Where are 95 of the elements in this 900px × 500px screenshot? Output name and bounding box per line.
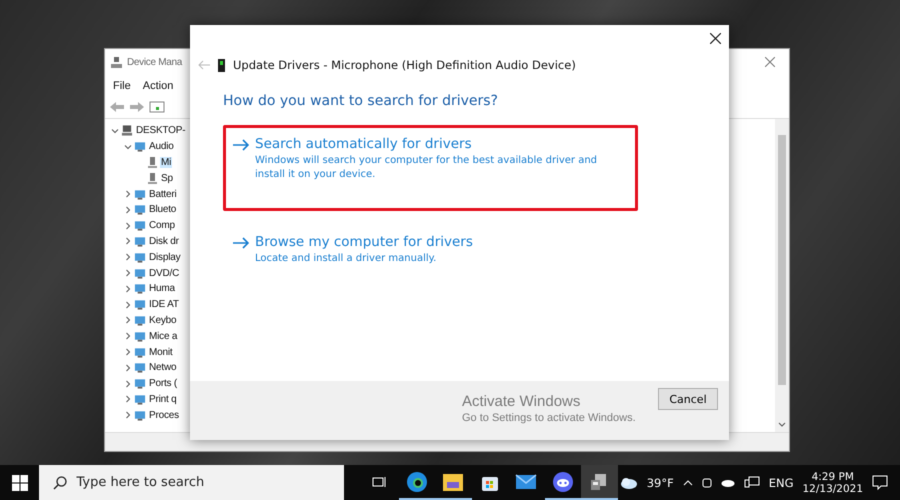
tree-item[interactable]: Comp: [148, 220, 176, 232]
properties-icon[interactable]: [149, 100, 165, 114]
device-icon: [134, 188, 146, 201]
close-icon[interactable]: [710, 32, 721, 44]
arrow-right-icon: [233, 139, 249, 151]
device-icon: [134, 408, 146, 422]
device-icon: [134, 377, 146, 390]
browser-icon[interactable]: [406, 470, 428, 492]
cancel-button[interactable]: Cancel: [658, 388, 718, 410]
device-icon: [134, 282, 146, 296]
chevron-right-icon[interactable]: [124, 190, 132, 198]
chevron-right-icon[interactable]: [124, 222, 132, 230]
device-icon: [134, 250, 146, 264]
language-indicator[interactable]: ENG: [768, 476, 794, 490]
tree-item[interactable]: Sp: [160, 172, 174, 184]
chevron-right-icon[interactable]: [124, 332, 132, 340]
network-icon[interactable]: [744, 476, 760, 490]
dialog-title: Update Drivers - Microphone (High Definition Audio Device): [233, 58, 576, 72]
menu-item[interactable]: File: [113, 80, 131, 92]
clock-time: 4:29 PM: [812, 470, 854, 482]
option-description: Windows will search your computer for the best available driver and install it on your device.: [255, 154, 598, 181]
arrow-right-icon: [233, 237, 249, 249]
device-icon: [134, 219, 146, 232]
weather-temperature: 39°F: [646, 476, 674, 490]
tree-item[interactable]: Disk dr: [148, 236, 180, 247]
chevron-right-icon[interactable]: [124, 237, 132, 246]
clock[interactable]: 4:29 PM 12/13/2021: [802, 470, 864, 494]
search-field[interactable]: Type here to search: [39, 465, 344, 500]
chevron-right-icon[interactable]: [124, 284, 132, 293]
tree-item[interactable]: Display: [148, 252, 182, 263]
taskbar-app[interactable]: [581, 465, 618, 500]
chevron-right-icon[interactable]: [124, 300, 132, 309]
tree-item[interactable]: Proces: [148, 410, 180, 421]
tree-item[interactable]: Batteri: [148, 188, 178, 200]
tree-item[interactable]: IDE AT: [148, 299, 180, 310]
device-icon: [134, 314, 146, 327]
option-title: Browse my computer for drivers: [255, 234, 473, 250]
device-icon: [134, 361, 146, 374]
chevron-right-icon[interactable]: [124, 395, 132, 404]
scrollbar[interactable]: [775, 119, 789, 432]
tree-item[interactable]: Huma: [148, 283, 176, 294]
device-manager-icon: [110, 56, 123, 69]
tree-item[interactable]: DESKTOP-: [135, 125, 186, 136]
chevron-down-icon[interactable]: [124, 142, 132, 151]
tree-item[interactable]: Mice a: [148, 330, 178, 342]
chevron-right-icon[interactable]: [124, 380, 132, 388]
tree-item[interactable]: Mi: [160, 156, 172, 168]
activation-watermark-text: Go to Settings to activate Windows.: [462, 412, 636, 424]
computer-icon: [121, 124, 133, 138]
cloud-icon[interactable]: [720, 478, 735, 487]
scroll-down-icon[interactable]: [778, 422, 786, 428]
start-icon[interactable]: [12, 474, 28, 490]
microphone-icon: [147, 156, 158, 169]
tree-item[interactable]: Print q: [148, 394, 178, 405]
device-icon: [134, 266, 146, 280]
microphone-icon: [147, 172, 158, 185]
device-icon: [134, 330, 146, 343]
tree-item[interactable]: Blueto: [148, 204, 178, 216]
chevron-right-icon[interactable]: [124, 411, 132, 420]
option-description: Locate and install a driver manually.: [255, 252, 438, 266]
dialog-heading: How do you want to search for drivers?: [223, 93, 499, 109]
chevron-right-icon[interactable]: [124, 269, 132, 278]
tree-item[interactable]: Audio: [148, 141, 175, 152]
tree-item[interactable]: Monit: [148, 346, 174, 358]
option-title: Search automatically for drivers: [255, 136, 473, 152]
activation-watermark-title: Activate Windows: [462, 393, 580, 410]
device-icon: [134, 140, 146, 154]
chevron-up-icon[interactable]: [682, 480, 693, 486]
clock-date: 12/13/2021: [802, 482, 864, 494]
tree-item[interactable]: Ports (: [148, 378, 178, 390]
window-title: Device Mana: [127, 57, 182, 68]
envelope-icon[interactable]: [515, 474, 538, 490]
chat-app-icon[interactable]: [552, 470, 574, 492]
tree-item[interactable]: Netwo: [148, 362, 178, 374]
chevron-down-icon[interactable]: [111, 126, 119, 135]
microphone-icon: [218, 58, 225, 72]
notification-icon[interactable]: [872, 475, 888, 490]
device-icon: [134, 298, 146, 312]
search-icon: [53, 476, 68, 490]
device-icon: [134, 346, 146, 359]
device-icon: [134, 203, 146, 216]
menu-item[interactable]: Action: [142, 80, 174, 92]
device-icon: [134, 234, 146, 248]
chevron-right-icon[interactable]: [124, 348, 132, 356]
chevron-right-icon[interactable]: [124, 253, 132, 262]
chevron-right-icon[interactable]: [124, 206, 132, 214]
tree-item[interactable]: Keybo: [148, 314, 178, 326]
camera-icon[interactable]: [702, 476, 712, 490]
search-option[interactable]: Browse my computer for drivers Locate and install a driver manually.: [223, 223, 638, 309]
search-option[interactable]: Search automatically for drivers Windows will search your computer for the best available driver and install it on your device.: [223, 125, 638, 211]
chevron-right-icon[interactable]: [124, 316, 132, 324]
device-icon: [134, 392, 146, 406]
tree-item[interactable]: DVD/C: [148, 268, 180, 279]
chevron-right-icon[interactable]: [124, 364, 132, 372]
folder-icon[interactable]: [442, 472, 464, 492]
